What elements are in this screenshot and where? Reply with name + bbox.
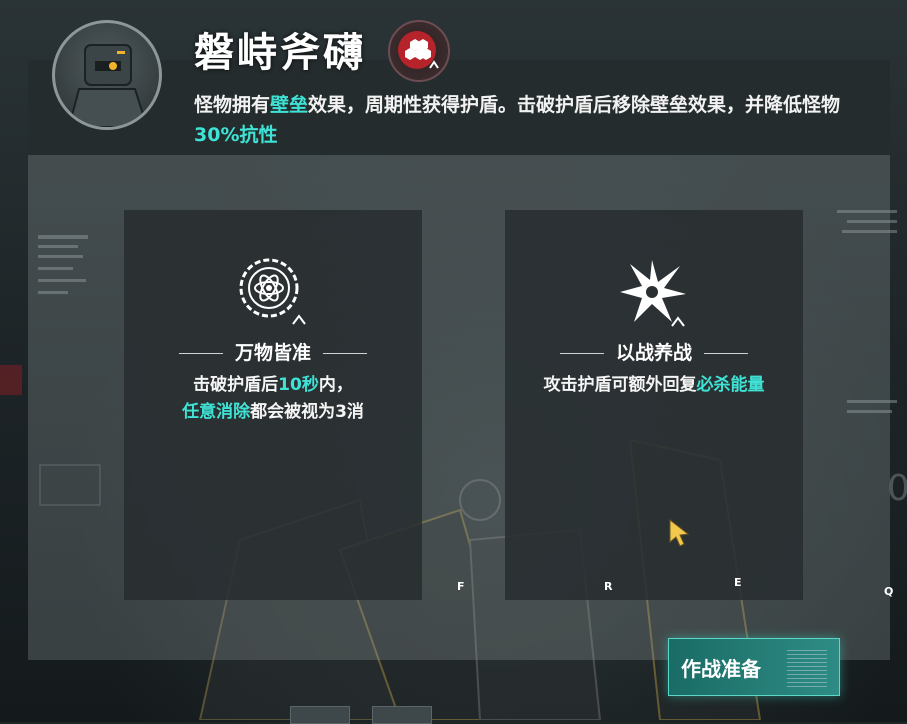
svg-text:03: 03 [887,468,907,509]
mechanic-card-right: 以战养战 攻击护盾可额外回复必杀能量 [505,210,803,600]
key-hint-q: Q [884,585,894,598]
desc-highlight-barrier: 壁垒 [270,94,309,116]
burst-star-icon [620,260,686,327]
desc-highlight-resist: 30%抗性 [194,124,278,146]
key-hint-r: R [604,580,613,593]
cursor-icon [669,518,690,547]
boss-name: 磐峙斧礴 [194,30,366,76]
battle-prep-label: 作战准备 [681,657,761,681]
card-title: 万物皆准 [124,338,422,365]
bottom-tab-1[interactable] [290,706,350,724]
boss-description: 怪物拥有壁垒效果，周期性获得护盾。击破护盾后移除壁垒效果，并降低怪物 30%抗性 [194,90,884,150]
robot-head-icon [67,44,149,127]
mechanic-card-left: 万物皆准 击破护盾后10秒内， 任意消除都会被视为3消 [124,210,422,600]
desc-text: 怪物拥有 [194,94,271,116]
card-title: 以战养战 [505,338,803,365]
card-text: 击破护盾后10秒内， 任意消除都会被视为3消 [182,375,364,422]
key-hint-e: E [734,576,742,589]
bottom-tab-2[interactable] [372,706,432,724]
boss-avatar [52,20,162,130]
battle-prep-button[interactable]: 作战准备 [668,638,840,696]
key-hint-f: F [457,580,465,593]
card-text: 攻击护盾可额外回复必杀能量 [543,375,765,395]
atom-seal-icon [239,258,306,325]
desc-text: 效果，周期性获得护盾。击破护盾后移除壁垒效果，并降低怪物 [308,94,841,116]
barrier-badge-icon [388,20,450,82]
button-decoration [787,649,827,687]
